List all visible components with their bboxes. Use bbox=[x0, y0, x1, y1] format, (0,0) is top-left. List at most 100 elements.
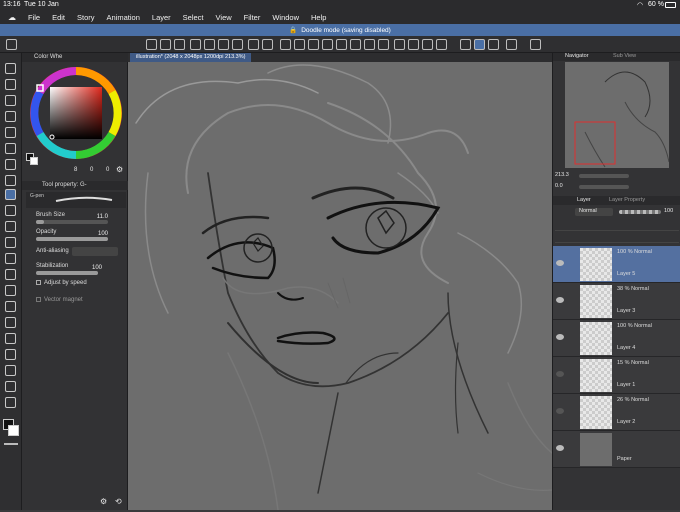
brush-size-slider[interactable] bbox=[36, 220, 108, 224]
navigator-preview[interactable] bbox=[565, 62, 670, 168]
pen-tool-icon[interactable] bbox=[5, 175, 16, 186]
lasso-tool-icon[interactable] bbox=[5, 127, 16, 138]
deselect-icon[interactable] bbox=[350, 39, 361, 50]
visibility-eye-icon[interactable] bbox=[556, 334, 564, 340]
menu-layer[interactable]: Layer bbox=[152, 13, 171, 22]
layer-toolbar-1[interactable] bbox=[555, 221, 679, 231]
decoration-tool-icon[interactable] bbox=[5, 237, 16, 248]
menu-view[interactable]: View bbox=[216, 13, 232, 22]
figure-tool-icon[interactable] bbox=[5, 317, 16, 328]
zoom-value[interactable]: 213.3 bbox=[555, 172, 569, 178]
layer-item[interactable]: 15 % Normal Layer 1 bbox=[553, 357, 680, 394]
menu-animation[interactable]: Animation bbox=[107, 13, 140, 22]
tab-layer-property[interactable]: Layer Property bbox=[609, 197, 645, 203]
redo-icon[interactable] bbox=[262, 39, 273, 50]
app-logo-icon[interactable]: ☁ bbox=[8, 13, 16, 22]
new-icon[interactable] bbox=[146, 39, 157, 50]
export-icon[interactable] bbox=[218, 39, 229, 50]
gradient-tool-icon[interactable] bbox=[5, 301, 16, 312]
adjust-by-speed-checkbox[interactable] bbox=[36, 280, 41, 285]
brush-preview[interactable]: G-pen bbox=[26, 192, 126, 208]
menu-story[interactable]: Story bbox=[77, 13, 95, 22]
paste-layer-icon[interactable] bbox=[322, 39, 333, 50]
visibility-eye-icon[interactable] bbox=[556, 260, 564, 266]
rotate-slider[interactable] bbox=[579, 185, 629, 189]
airbrush-tool-icon[interactable] bbox=[5, 221, 16, 232]
wrench-icon[interactable]: ⚙ bbox=[100, 497, 107, 506]
balloon-tool-icon[interactable] bbox=[5, 381, 16, 392]
anti-aliasing-selector[interactable] bbox=[72, 247, 118, 256]
doodle-mode-banner[interactable]: 🔒 Doodle mode (saving disabled) bbox=[0, 24, 680, 36]
transform-icon[interactable] bbox=[394, 39, 405, 50]
tab-layer[interactable]: Layer bbox=[577, 197, 591, 203]
layer-opacity-value[interactable]: 100 bbox=[664, 208, 673, 214]
layer-toolbar-2[interactable] bbox=[555, 233, 679, 243]
canvas[interactable] bbox=[128, 53, 553, 511]
operation-tool-icon[interactable] bbox=[5, 95, 16, 106]
layer-item[interactable]: 100 % Normal Layer 4 bbox=[553, 320, 680, 357]
snap-ruler-icon[interactable] bbox=[460, 39, 471, 50]
settings-icon[interactable]: ⚙ bbox=[116, 165, 123, 174]
edge-keyboard-icon[interactable] bbox=[530, 39, 541, 50]
pencil-tool-icon[interactable] bbox=[5, 189, 16, 200]
layer-item[interactable]: 100 % Normal Layer 5 bbox=[553, 246, 680, 283]
zoom-tool-icon[interactable] bbox=[5, 63, 16, 74]
invert-selection-icon[interactable] bbox=[364, 39, 375, 50]
menu-select[interactable]: Select bbox=[183, 13, 204, 22]
eyedropper-tool-icon[interactable] bbox=[5, 159, 16, 170]
text-tool-icon[interactable] bbox=[5, 365, 16, 376]
drawing-canvas[interactable] bbox=[128, 53, 553, 511]
menu-file[interactable]: File bbox=[28, 13, 40, 22]
clear-selection-icon[interactable] bbox=[378, 39, 389, 50]
rotate-value[interactable]: 0.0 bbox=[555, 183, 563, 189]
visibility-eye-icon[interactable] bbox=[556, 445, 564, 451]
brush-tool-icon[interactable] bbox=[5, 205, 16, 216]
fill-tool-icon[interactable] bbox=[5, 285, 16, 296]
layer-item[interactable]: 38 % Normal Layer 3 bbox=[553, 283, 680, 320]
layer-opacity-slider[interactable] bbox=[619, 210, 661, 214]
opacity-value[interactable]: 100 bbox=[92, 231, 108, 237]
transparent-color-icon[interactable] bbox=[4, 443, 18, 445]
ruler-icon[interactable] bbox=[422, 39, 433, 50]
cut-icon[interactable] bbox=[294, 39, 305, 50]
flip-icon[interactable] bbox=[408, 39, 419, 50]
blend-mode-select[interactable]: Normal bbox=[575, 208, 613, 216]
layer-item[interactable]: Paper bbox=[553, 431, 680, 468]
fill-icon[interactable] bbox=[336, 39, 347, 50]
grid-icon[interactable] bbox=[160, 39, 171, 50]
layer-item[interactable]: 26 % Normal Layer 2 bbox=[553, 394, 680, 431]
snap-grid-icon[interactable] bbox=[488, 39, 499, 50]
undo-icon[interactable] bbox=[248, 39, 259, 50]
magic-wand-tool-icon[interactable] bbox=[5, 143, 16, 154]
menu-window[interactable]: Window bbox=[272, 13, 299, 22]
open-icon[interactable] bbox=[204, 39, 215, 50]
menu-edit[interactable]: Edit bbox=[52, 13, 65, 22]
app-menu-icon[interactable] bbox=[6, 39, 17, 50]
visibility-eye-icon[interactable] bbox=[556, 408, 564, 414]
move-layer-tool-icon[interactable] bbox=[5, 111, 16, 122]
visibility-eye-icon[interactable] bbox=[556, 297, 564, 303]
copy-icon[interactable] bbox=[308, 39, 319, 50]
reset-icon[interactable]: ⟲ bbox=[115, 497, 122, 506]
tab-navigator[interactable]: Navigator bbox=[565, 53, 589, 59]
brush-size-value[interactable]: 11.0 bbox=[92, 214, 108, 220]
zoom-slider[interactable] bbox=[579, 174, 629, 178]
menu-help[interactable]: Help bbox=[311, 13, 326, 22]
frame-tool-icon[interactable] bbox=[5, 333, 16, 344]
device-icon[interactable] bbox=[506, 39, 517, 50]
document-tab[interactable]: illustration* (2048 x 2048px 1200dpi 213… bbox=[130, 53, 252, 62]
color-wheel[interactable] bbox=[28, 65, 124, 161]
ruler-tool-icon[interactable] bbox=[5, 349, 16, 360]
eraser-tool-icon[interactable] bbox=[5, 253, 16, 264]
stabilization-value[interactable]: 100 bbox=[86, 265, 102, 271]
visibility-eye-icon[interactable] bbox=[556, 371, 564, 377]
snap-special-icon[interactable] bbox=[474, 39, 485, 50]
tab-sub-view[interactable]: Sub View bbox=[613, 53, 636, 59]
color-sub-swatch[interactable] bbox=[30, 157, 38, 165]
vector-magnet-checkbox[interactable] bbox=[36, 297, 41, 302]
blend-tool-icon[interactable] bbox=[5, 269, 16, 280]
sub-color-swatch[interactable] bbox=[8, 425, 19, 436]
menu-filter[interactable]: Filter bbox=[244, 13, 261, 22]
save-icon[interactable] bbox=[174, 39, 185, 50]
correct-line-tool-icon[interactable] bbox=[5, 397, 16, 408]
